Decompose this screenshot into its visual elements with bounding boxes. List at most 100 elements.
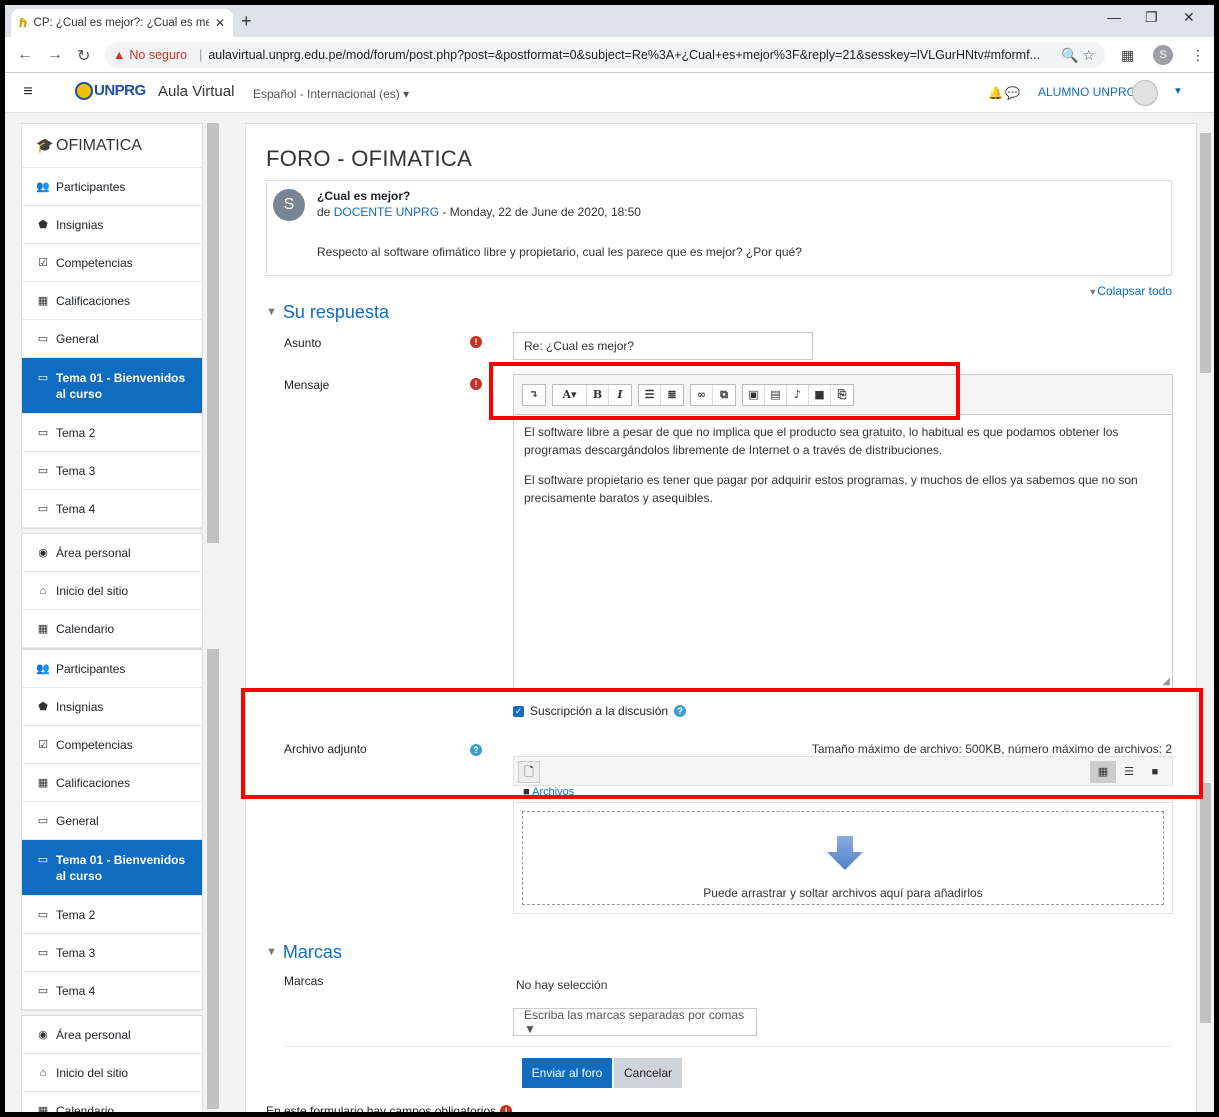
link-icon[interactable]: ∞	[691, 384, 713, 405]
sidebar-item[interactable]: 👥 Participantes	[22, 168, 202, 206]
subscription-label: Suscripción a la discusión	[530, 704, 669, 718]
resize-handle-icon[interactable]: ◢	[1162, 676, 1170, 687]
page-scrollbar[interactable]	[1197, 113, 1214, 1112]
sidebar-item[interactable]: ☑ Competencias	[22, 244, 202, 282]
apps-grid-icon[interactable]: ▦	[1121, 47, 1134, 64]
reload-icon[interactable]: ↻	[77, 46, 90, 66]
sidebar-item[interactable]: ▭ Tema 4	[22, 972, 202, 1010]
view-list-icon[interactable]: ☰	[1116, 761, 1142, 783]
sidebar-item[interactable]: ▭ Tema 3	[22, 934, 202, 972]
sidebar-scrollbar[interactable]	[207, 123, 219, 543]
author-avatar[interactable]: S	[273, 189, 305, 221]
toolbar-group: ↴	[522, 383, 546, 406]
manage-files-icon[interactable]: ⎘	[831, 385, 853, 405]
sidebar-item[interactable]: ⌂ Inicio del sitio	[22, 1054, 202, 1092]
chat-bubble-icon[interactable]: 💬	[1005, 86, 1020, 100]
subscription-checkbox[interactable]: ✓ Suscripción a la discusión ?	[513, 704, 687, 718]
show-more-icon[interactable]: ↴	[523, 385, 545, 405]
bullet-list-icon[interactable]: ☰	[639, 384, 661, 405]
new-tab-button[interactable]: +	[241, 11, 252, 32]
help-icon[interactable]: ?	[674, 705, 687, 717]
media-icon[interactable]: ▤	[765, 384, 787, 405]
cancel-button[interactable]: Cancelar	[614, 1058, 682, 1088]
sidebar-item-icon: ◉	[38, 1029, 48, 1041]
help-icon[interactable]: ?	[470, 744, 482, 756]
sidebar-item[interactable]: ◉ Área personal	[22, 1016, 202, 1054]
back-icon[interactable]: ←	[17, 46, 33, 64]
tags-input[interactable]: Escriba las marcas separadas por comas ▼	[513, 1008, 757, 1036]
file-manager-toolbar: 🗋 ▦ ☰ ■	[513, 756, 1173, 786]
section-reply-toggle[interactable]: ▼ Su respuesta	[266, 302, 389, 323]
close-window-icon[interactable]: ✕	[1183, 9, 1195, 26]
scrollbar-thumb[interactable]	[1200, 133, 1211, 373]
sidebar-item[interactable]: ☑ Competencias	[22, 726, 202, 764]
site-name[interactable]: Aula Virtual	[158, 83, 234, 100]
italic-icon[interactable]: I	[609, 385, 631, 405]
browser-tab[interactable]: ℏ CP: ¿Cual es mejor?: ¿Cual es mejor ✕	[11, 9, 233, 37]
file-dropzone[interactable]: Puede arrastrar y soltar archivos aquí p…	[513, 802, 1173, 914]
view-icons-icon[interactable]: ▦	[1090, 761, 1116, 783]
sidebar-item-label: Área personal	[56, 545, 131, 560]
unlink-icon[interactable]: ⧉	[713, 385, 735, 405]
add-file-icon[interactable]: 🗋	[518, 761, 540, 783]
language-menu[interactable]: Español - Internacional (es) ▾	[253, 87, 409, 101]
user-menu-name[interactable]: ALUMNO UNPRG	[1038, 85, 1136, 99]
sidebar-course[interactable]: 🎓 OFIMATICA	[22, 124, 202, 168]
subject-input[interactable]: Re: ¿Cual es mejor?	[513, 332, 813, 360]
caret-down-icon[interactable]: ▼	[1173, 86, 1183, 97]
sidebar-scrollbar[interactable]	[207, 649, 219, 1109]
image-icon[interactable]: ▣	[743, 384, 765, 405]
folder-icon: ▭	[37, 372, 49, 384]
bold-icon[interactable]: B	[587, 384, 609, 405]
tab-close-icon[interactable]: ✕	[215, 16, 225, 30]
forward-icon[interactable]: →	[47, 46, 63, 64]
required-note-text: En este formulario hay campos obligatori…	[266, 1104, 497, 1112]
zoom-star-icons[interactable]: 🔍 ☆	[1061, 47, 1095, 64]
minimize-icon[interactable]: —	[1107, 9, 1121, 25]
sidebar-item-tema-01[interactable]: ▭ Tema 01 - Bienvenidos al curso	[22, 358, 202, 414]
sidebar-item-label: Calificaciones	[56, 293, 131, 308]
hamburger-icon[interactable]: ≡	[17, 83, 39, 103]
warning-icon: ▲	[113, 48, 126, 62]
sidebar-item-tema-01[interactable]: ▭ Tema 01 - Bienvenidos al curso	[22, 840, 202, 896]
sidebar-item[interactable]: ▦ Calendario	[22, 610, 202, 648]
sidebar-item[interactable]: ▭ Tema 2	[22, 414, 202, 452]
sidebar-item[interactable]: 👥 Participantes	[22, 650, 202, 688]
editor-content[interactable]: El software libre a pesar de que no impl…	[514, 415, 1172, 527]
numbered-list-icon[interactable]: ≣	[661, 385, 683, 405]
sidebar-item[interactable]: ◉ Área personal	[22, 534, 202, 572]
submit-button[interactable]: Enviar al foro	[522, 1058, 612, 1088]
video-camera-icon[interactable]: ■	[809, 384, 831, 405]
site-logo[interactable]: UNPRG	[75, 82, 146, 101]
user-avatar[interactable]	[1132, 80, 1158, 106]
sidebar-item[interactable]: ⌂ Inicio del sitio	[22, 572, 202, 610]
section-tags-toggle[interactable]: ▼ Marcas	[266, 942, 342, 963]
restore-icon[interactable]: ❐	[1145, 9, 1158, 26]
collapse-all-link[interactable]: ▼Colapsar todo	[1088, 284, 1172, 298]
sidebar-item[interactable]: ▦ Calificaciones	[22, 764, 202, 802]
sidebar-item[interactable]: ▭ Tema 3	[22, 452, 202, 490]
sidebar-item[interactable]: ⬟ Insignias	[22, 688, 202, 726]
sidebar-item[interactable]: ▭ General	[22, 802, 202, 840]
tab-title: CP: ¿Cual es mejor?: ¿Cual es mejor	[33, 17, 209, 29]
checkbox-checked-icon[interactable]: ✓	[513, 705, 524, 717]
profile-avatar[interactable]: S	[1153, 45, 1173, 65]
paragraph-style-icon[interactable]: A▾	[553, 384, 587, 405]
sidebar-item[interactable]: ▭ General	[22, 320, 202, 358]
folder-link[interactable]: Archivos	[532, 786, 574, 798]
sidebar-item-label: Tema 4	[56, 983, 96, 998]
view-tree-icon[interactable]: ■	[1142, 761, 1168, 783]
author-link[interactable]: DOCENTE UNPRG	[334, 205, 439, 219]
sidebar-item[interactable]: ▦ Calificaciones	[22, 282, 202, 320]
bell-icon[interactable]: 🔔	[988, 86, 1003, 100]
sidebar-item[interactable]: ▭ Tema 2	[22, 896, 202, 934]
microphone-icon[interactable]: ♪	[787, 384, 809, 405]
required-note: En este formulario hay campos obligatori…	[266, 1104, 519, 1112]
menu-kebab-icon[interactable]: ⋮	[1191, 47, 1205, 64]
scrollbar-thumb[interactable]	[1200, 783, 1211, 1023]
sidebar-item[interactable]: ▭ Tema 4	[22, 490, 202, 528]
sidebar-item-label: Insignias	[56, 699, 104, 714]
sidebar-item[interactable]: ▦ Calendario	[22, 1092, 202, 1113]
sidebar-item[interactable]: ⬟ Insignias	[22, 206, 202, 244]
url-field[interactable]: ▲ No seguro | aulavirtual.unprg.edu.pe/m…	[105, 42, 1105, 68]
